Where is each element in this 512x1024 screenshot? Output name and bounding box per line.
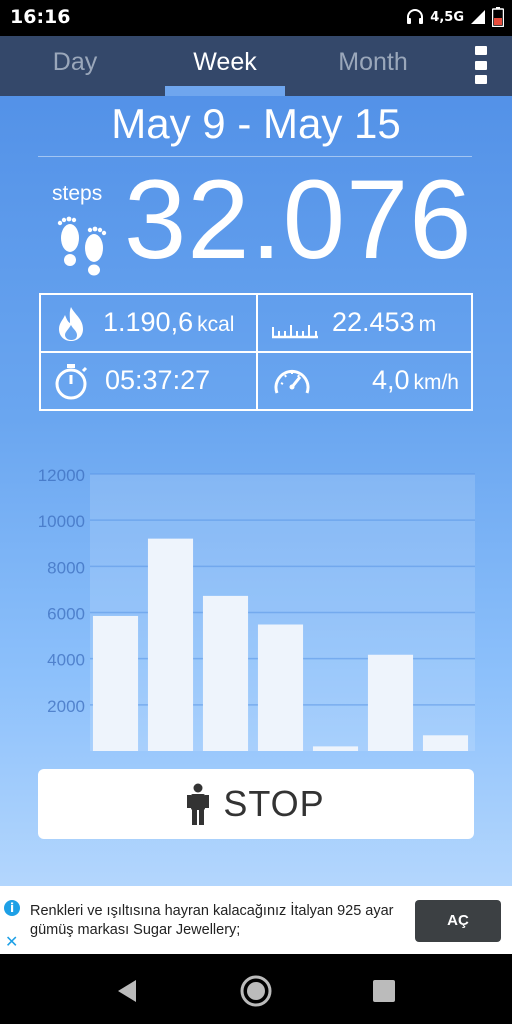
bar [422, 735, 469, 751]
status-icons: 4,5G [406, 7, 504, 27]
y-tick-label: 8000 [47, 558, 85, 577]
duration-stat: 05:37:27 [41, 353, 256, 409]
y-tick-label: 12000 [38, 466, 85, 485]
stats-grid: 1.190,6 kcal 22.453 m 05:37:27 4,0 km/h [39, 293, 473, 411]
bar [312, 746, 359, 751]
distance-stat: 22.453 m [258, 295, 471, 351]
y-tick-label: 10000 [38, 512, 85, 531]
status-time: 16:16 [10, 6, 71, 28]
battery-icon [492, 7, 504, 27]
y-tick-label: 4000 [47, 651, 85, 670]
speedometer-icon [274, 370, 310, 394]
headset-icon [407, 9, 424, 24]
steps-count: 32.076 [124, 157, 473, 282]
weekly-steps-chart: 200040006000800010000120005/910111213141… [0, 426, 512, 756]
date-range: May 9 - May 15 [111, 100, 401, 147]
app-content: Day Week Month May 9 - May 15 steps 32.0… [0, 36, 512, 886]
home-icon[interactable] [239, 974, 273, 1008]
person-icon [187, 783, 210, 825]
stop-button-label: STOP [223, 783, 325, 824]
back-icon[interactable] [110, 974, 144, 1008]
tab-label: Day [52, 48, 98, 76]
speed-value: 4,0 [371, 365, 410, 395]
y-tick-label: 6000 [47, 605, 85, 624]
chart-canvas: 200040006000800010000120005/910111213141… [38, 466, 475, 751]
overflow-menu-icon[interactable] [470, 46, 492, 84]
tab-label: Week [193, 48, 257, 76]
status-bar: 16:16 4,5G [0, 0, 512, 36]
bar [257, 624, 304, 751]
stopwatch-icon [55, 364, 88, 400]
system-nav-bar [0, 954, 512, 1024]
signal-icon [471, 10, 485, 24]
speed-unit: km/h [413, 371, 459, 394]
tab-day[interactable]: Day [0, 36, 150, 96]
calories-value: 1.190,6 [103, 307, 194, 337]
ad-banner[interactable]: i ✕ Renkleri ve ışıltısına hayran kalaca… [0, 886, 512, 954]
ad-info-icon[interactable]: i [4, 900, 20, 916]
ad-open-button[interactable]: AÇ [415, 900, 501, 942]
distance-value: 22.453 [332, 307, 415, 337]
distance-unit: m [418, 313, 437, 336]
period-tabs: Day Week Month [0, 36, 512, 96]
duration-value: 05:37:27 [105, 365, 211, 395]
stop-button[interactable]: STOP [38, 769, 474, 839]
speed-stat: 4,0 km/h [258, 353, 471, 409]
bar [147, 538, 194, 751]
flame-icon [59, 307, 83, 341]
tab-label: Month [338, 48, 408, 76]
ad-text: Renkleri ve ışıltısına hayran kalacağını… [30, 903, 394, 938]
recents-icon[interactable] [367, 974, 401, 1008]
bar [367, 654, 414, 751]
network-type: 4,5G [430, 9, 464, 25]
calories-unit: kcal [197, 313, 235, 336]
bar [92, 615, 139, 751]
tab-week[interactable]: Week [150, 36, 300, 96]
y-tick-label: 2000 [47, 697, 85, 716]
calories-stat: 1.190,6 kcal [41, 295, 256, 351]
steps-label: steps [52, 182, 103, 205]
ruler-icon [272, 325, 318, 339]
ad-close-icon[interactable]: ✕ [5, 932, 18, 951]
bar [202, 595, 249, 751]
tab-month[interactable]: Month [298, 36, 448, 96]
footprints-icon [57, 216, 107, 276]
